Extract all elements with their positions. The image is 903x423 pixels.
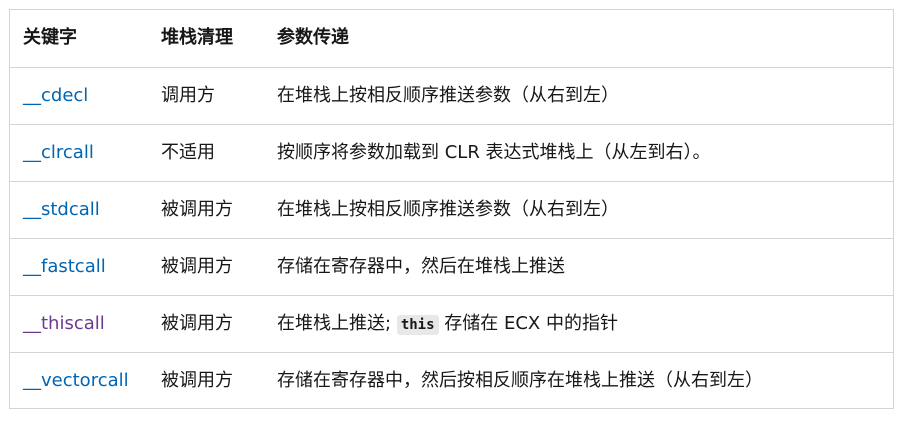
header-parameter-passing: 参数传递 <box>264 10 893 68</box>
keyword-link-fastcall[interactable]: __fastcall <box>23 256 106 277</box>
cleanup-cell: 被调用方 <box>148 237 264 295</box>
keyword-link-vectorcall[interactable]: __vectorcall <box>23 370 129 391</box>
table-row: __stdcall 被调用方 在堆栈上按相反顺序推送参数（从右到左） <box>10 180 893 238</box>
table-row: __clrcall 不适用 按顺序将参数加载到 CLR 表达式堆栈上（从左到右）… <box>10 123 893 181</box>
calling-conventions-table-container: 关键字 堆栈清理 参数传递 __cdecl 调用方 在堆栈上按相反顺序推送参数（… <box>9 9 894 409</box>
cleanup-cell: 调用方 <box>148 66 264 124</box>
header-stack-cleanup: 堆栈清理 <box>148 10 264 68</box>
cleanup-cell: 被调用方 <box>148 351 264 409</box>
keyword-link-cdecl[interactable]: __cdecl <box>23 85 88 106</box>
params-cell: 按顺序将参数加载到 CLR 表达式堆栈上（从左到右）。 <box>264 123 893 181</box>
table-row: __thiscall 被调用方 在堆栈上推送; this 存储在 ECX 中的指… <box>10 294 893 352</box>
keyword-link-thiscall[interactable]: __thiscall <box>23 313 105 334</box>
keyword-cell: __vectorcall <box>10 351 148 409</box>
keyword-cell: __fastcall <box>10 237 148 295</box>
params-cell: 在堆栈上按相反顺序推送参数（从右到左） <box>264 180 893 238</box>
table-row: __cdecl 调用方 在堆栈上按相反顺序推送参数（从右到左） <box>10 66 893 124</box>
keyword-link-clrcall[interactable]: __clrcall <box>23 142 94 163</box>
table-header-row: 关键字 堆栈清理 参数传递 <box>10 10 893 68</box>
keyword-cell: __stdcall <box>10 180 148 238</box>
cleanup-cell: 被调用方 <box>148 294 264 352</box>
table-row: __vectorcall 被调用方 存储在寄存器中，然后按相反顺序在堆栈上推送（… <box>10 351 893 409</box>
keyword-cell: __clrcall <box>10 123 148 181</box>
table-row: __fastcall 被调用方 存储在寄存器中，然后在堆栈上推送 <box>10 237 893 295</box>
params-cell: 在堆栈上推送; this 存储在 ECX 中的指针 <box>264 294 893 352</box>
cleanup-cell: 被调用方 <box>148 180 264 238</box>
calling-conventions-table: 关键字 堆栈清理 参数传递 __cdecl 调用方 在堆栈上按相反顺序推送参数（… <box>10 10 893 409</box>
params-cell: 在堆栈上按相反顺序推送参数（从右到左） <box>264 66 893 124</box>
cleanup-cell: 不适用 <box>148 123 264 181</box>
params-text-before: 在堆栈上推送; <box>277 312 392 334</box>
params-cell: 存储在寄存器中，然后按相反顺序在堆栈上推送（从右到左） <box>264 351 893 409</box>
keyword-cell: __thiscall <box>10 294 148 352</box>
params-text-after: 存储在 ECX 中的指针 <box>444 312 618 334</box>
this-code-snippet: this <box>396 314 439 335</box>
header-keyword: 关键字 <box>10 10 148 68</box>
keyword-link-stdcall[interactable]: __stdcall <box>23 199 100 220</box>
params-cell: 存储在寄存器中，然后在堆栈上推送 <box>264 237 893 295</box>
keyword-cell: __cdecl <box>10 66 148 124</box>
